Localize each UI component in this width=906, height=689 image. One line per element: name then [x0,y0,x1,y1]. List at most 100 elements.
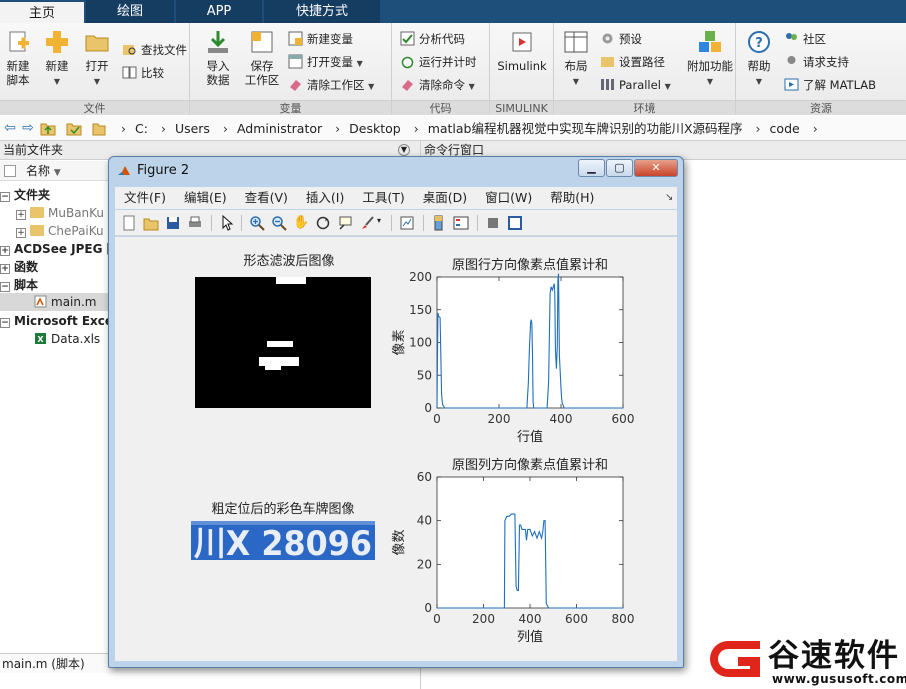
open-variable-button[interactable]: 打开变量 ▼ [288,52,363,72]
compare-button[interactable]: 比较 [122,63,164,83]
breadcrumb-item[interactable]: matlab编程机器视觉中实现车牌识别的功能川X源码程序 [428,121,743,136]
expand-icon[interactable]: + [16,228,26,238]
back-icon[interactable]: ⇦ [2,120,18,136]
open-file-icon[interactable] [143,215,159,231]
new-variable-icon [288,31,303,46]
parallel-button[interactable]: Parallel ▼ [600,75,671,95]
collapse-icon[interactable]: − [0,318,10,328]
new-script-label: 新建 脚本 [6,59,30,87]
analyze-code-button[interactable]: 分析代码 [400,29,465,49]
show-plot-tools-icon[interactable] [507,215,523,231]
help-button[interactable]: ? 帮助 ▼ [742,29,776,89]
find-files-button[interactable]: 查找文件 [122,40,187,60]
figure-window[interactable]: Figure 2 ▁ ▢ ✕ 文件(F) 编辑(E) 查看(V) 插入(I) 工具(T)… [108,156,684,668]
select-all-checkbox[interactable] [4,165,16,177]
clear-workspace-label: 清除工作区 [307,78,365,92]
up-folder-icon[interactable] [40,121,56,136]
zoom-out-icon[interactable] [271,215,287,231]
collapse-icon[interactable]: − [0,192,10,202]
link-plot-icon[interactable] [399,215,415,231]
tab-shortcuts[interactable]: 快捷方式 [264,0,380,23]
save-workspace-icon [251,31,273,53]
brush-dropdown-icon[interactable]: ▾ [377,216,381,225]
breadcrumb-item[interactable]: Users [175,121,210,136]
breadcrumb-item[interactable]: Desktop [349,121,401,136]
breadcrumb[interactable]: › C: › Users › Administrator › Desktop › matl… [112,116,827,141]
import-data-button[interactable]: 导入 数据 [198,29,238,87]
new-variable-button[interactable]: 新建变量 [288,29,353,49]
maximize-button[interactable]: ▢ [606,159,633,177]
learn-matlab-button[interactable]: 了解 MATLAB [784,75,876,95]
colorbar-icon[interactable] [431,215,447,231]
menu-view[interactable]: 查看(V) [236,187,297,209]
clear-workspace-button[interactable]: 清除工作区 ▼ [288,75,374,95]
menu-desktop[interactable]: 桌面(D) [414,187,476,209]
menu-tools[interactable]: 工具(T) [353,187,413,209]
expand-icon[interactable]: + [0,264,10,274]
close-button[interactable]: ✕ [634,159,678,177]
collapse-icon[interactable]: − [0,282,10,292]
chevron-down-icon: ▼ [468,82,475,91]
tree-group-excel[interactable]: − Microsoft Excel [0,312,117,330]
expand-icon[interactable]: + [0,246,10,256]
figure-title-bar[interactable]: Figure 2 ▁ ▢ ✕ [109,157,683,185]
pan-icon[interactable]: ✋ [293,215,309,231]
menu-edit[interactable]: 编辑(E) [175,187,236,209]
expand-icon[interactable]: + [16,210,26,220]
simulink-button[interactable]: Simulink [496,29,548,73]
breadcrumb-item[interactable]: C: [135,121,148,136]
forward-icon[interactable]: ⇨ [20,120,36,136]
hide-plot-tools-icon[interactable] [485,215,501,231]
folder-icon [92,123,106,136]
tab-home[interactable]: 主页 [0,0,84,23]
menu-file[interactable]: 文件(F) [115,187,175,209]
tree-item-data-xls[interactable]: X Data.xls [34,330,100,348]
breadcrumb-item[interactable]: Administrator [237,121,322,136]
data-cursor-icon[interactable] [337,215,353,231]
y-tick-label: 60 [417,470,432,484]
menu-insert[interactable]: 插入(I) [297,187,353,209]
plate-characters: 川X 28096 [194,524,372,564]
new-figure-icon[interactable] [121,215,137,231]
save-workspace-button[interactable]: 保存 工作区 [242,29,282,87]
tab-apps[interactable]: APP [176,0,262,23]
browse-folder-icon[interactable] [66,121,82,136]
name-column-header[interactable]: 名称 ▼ [26,161,61,183]
breadcrumb-item[interactable]: code [770,121,800,136]
clear-commands-button[interactable]: 清除命令 ▼ [400,75,475,95]
save-icon[interactable] [165,215,181,231]
add-ons-button[interactable]: 附加功能 ▼ [686,29,734,89]
tree-item-chepaiku[interactable]: + ChePaiKu [16,222,104,240]
folder-icon [30,225,44,236]
menu-help[interactable]: 帮助(H) [541,187,603,209]
clear-commands-label: 清除命令 [419,78,465,92]
menu-window[interactable]: 窗口(W) [476,187,541,209]
tree-group-acdsee[interactable]: + ACDSee JPEG 图 [0,240,119,258]
open-button[interactable]: 打开 ▼ [80,29,114,89]
save-workspace-label: 保存 工作区 [244,59,280,87]
preferences-button[interactable]: 预设 [600,29,642,49]
tree-item-main-m[interactable]: main.m [0,293,110,311]
tab-plots[interactable]: 绘图 [86,0,174,23]
new-button[interactable]: 新建 ▼ [40,29,74,89]
new-script-button[interactable]: 新建 脚本 [2,29,34,87]
community-button[interactable]: 社区 [784,29,826,49]
tree-item-mubanku[interactable]: + MuBanKu [16,204,104,222]
request-support-button[interactable]: 请求支持 [784,52,849,72]
print-icon[interactable] [187,215,203,231]
tree-group-folders[interactable]: − 文件夹 [0,186,50,204]
pointer-icon[interactable] [219,215,235,231]
run-and-time-button[interactable]: 运行并计时 [400,52,477,72]
minimize-button[interactable]: ▁ [578,159,605,177]
brush-icon[interactable] [359,215,375,231]
zoom-in-icon[interactable] [249,215,265,231]
set-path-button[interactable]: 设置路径 [600,52,665,72]
tree-group-functions[interactable]: + 函数 [0,258,38,276]
dock-arrow-icon[interactable]: ↘ [665,187,673,209]
layout-button[interactable]: 布局 ▼ [560,29,592,89]
tree-group-scripts[interactable]: − 脚本 [0,276,38,294]
rotate-3d-icon[interactable] [315,215,331,231]
legend-icon[interactable] [453,215,469,231]
panel-menu-icon[interactable]: ▼ [398,144,410,156]
open-variable-label: 打开变量 [307,55,353,69]
